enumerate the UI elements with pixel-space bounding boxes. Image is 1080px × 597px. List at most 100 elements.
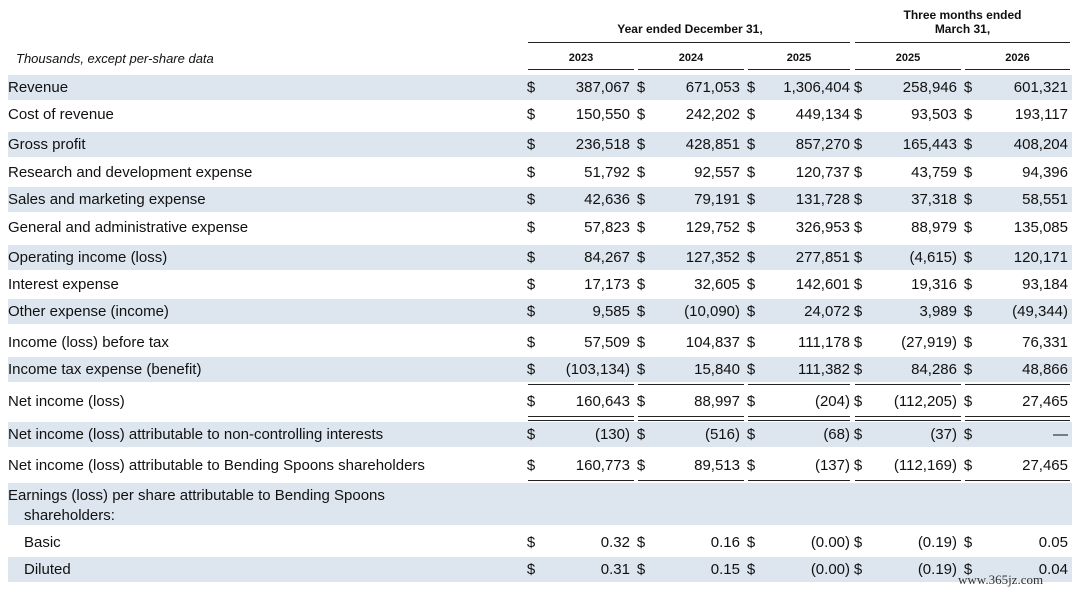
table-row: [8, 557, 1072, 582]
cell-value: 326,953: [795, 219, 850, 236]
cell-value: (49,344): [1012, 303, 1068, 320]
cell-value: 37,318: [911, 191, 957, 208]
cell-value: 129,752: [685, 219, 740, 236]
col-rule-1: [638, 69, 744, 70]
cell-value: 42,636: [584, 191, 630, 208]
header-three-months-line2: March 31,: [934, 22, 991, 36]
cell-value: (0.00): [810, 561, 850, 578]
single-rule: [638, 384, 744, 385]
header-three-months-line1: Three months ended: [903, 8, 1022, 22]
cell-value: 104,837: [685, 334, 740, 351]
cell-value: 601,321: [1013, 79, 1068, 96]
cell-value: 160,773: [575, 457, 630, 474]
cell-value: 135,085: [1013, 219, 1068, 236]
currency-symbol: $: [746, 136, 756, 153]
currency-symbol: $: [526, 249, 536, 266]
cell-value: 0.32: [600, 534, 630, 551]
currency-symbol: $: [853, 136, 863, 153]
single-rule: [965, 384, 1070, 385]
cell-value: (37): [930, 426, 957, 443]
currency-symbol: $: [636, 393, 646, 410]
currency-symbol: $: [526, 164, 536, 181]
currency-symbol: $: [636, 534, 646, 551]
cell-value: 449,134: [795, 106, 850, 123]
currency-symbol: $: [963, 276, 973, 293]
cell-value: 277,851: [795, 249, 850, 266]
cell-value: 79,191: [694, 191, 740, 208]
row-label: Net income (loss): [8, 393, 125, 410]
row-label-continued: shareholders:: [24, 507, 115, 524]
double-rule: [638, 416, 744, 421]
row-label: Cost of revenue: [8, 106, 114, 123]
currency-symbol: $: [526, 361, 536, 378]
cell-value: (137): [814, 457, 850, 474]
currency-symbol: $: [963, 534, 973, 551]
col-rule-0: [528, 69, 634, 70]
row-label: Net income (loss) attributable to non-co…: [8, 426, 384, 443]
cell-value: 94,396: [1022, 164, 1068, 181]
row-label: Basic: [24, 534, 61, 551]
currency-symbol: $: [853, 191, 863, 208]
cell-value: (0.19): [917, 561, 957, 578]
currency-symbol: $: [853, 393, 863, 410]
watermark: www.365jz.com: [958, 572, 1044, 587]
currency-symbol: $: [963, 136, 973, 153]
cell-value: (0.19): [917, 534, 957, 551]
cell-value: 24,072: [804, 303, 850, 320]
cell-value: (112,205): [893, 393, 957, 410]
double-rule: [855, 416, 961, 421]
currency-symbol: $: [853, 426, 863, 443]
currency-symbol: $: [636, 361, 646, 378]
currency-symbol: $: [746, 393, 756, 410]
cell-value: (204): [814, 393, 850, 410]
cell-value: (0.00): [810, 534, 850, 551]
row-label: Revenue: [8, 79, 69, 96]
currency-symbol: $: [746, 334, 756, 351]
cell-value: (68): [823, 426, 850, 443]
currency-symbol: $: [636, 106, 646, 123]
currency-symbol: $: [853, 361, 863, 378]
row-label: Income (loss) before tax: [8, 334, 169, 351]
currency-symbol: $: [963, 79, 973, 96]
cell-value: 408,204: [1013, 136, 1068, 153]
cell-value: 9,585: [592, 303, 630, 320]
cell-value: —: [1053, 426, 1068, 443]
header-three-months: Three months ended March 31,: [855, 8, 1070, 36]
currency-symbol: $: [963, 361, 973, 378]
currency-symbol: $: [853, 219, 863, 236]
cell-value: 43,759: [911, 164, 957, 181]
currency-symbol: $: [526, 191, 536, 208]
col-header-2026-q1: 2026: [1005, 52, 1030, 64]
col-rule-2: [748, 69, 850, 70]
cell-value: 428,851: [685, 136, 740, 153]
currency-symbol: $: [853, 79, 863, 96]
row-label: Income tax expense (benefit): [8, 361, 202, 378]
cell-value: (112,169): [893, 457, 957, 474]
cell-value: 93,184: [1022, 276, 1068, 293]
currency-symbol: $: [963, 249, 973, 266]
cell-value: 150,550: [575, 106, 630, 123]
row-label: Interest expense: [8, 276, 119, 293]
cell-value: (4,615): [909, 249, 957, 266]
currency-symbol: $: [963, 164, 973, 181]
row-label: General and administrative expense: [8, 219, 249, 236]
currency-symbol: $: [746, 361, 756, 378]
currency-symbol: $: [636, 303, 646, 320]
currency-symbol: $: [746, 164, 756, 181]
row-label: Sales and marketing expense: [8, 191, 206, 208]
cell-value: 1,306,404: [783, 79, 850, 96]
cell-value: 0.16: [710, 534, 740, 551]
cell-value: 89,513: [694, 457, 740, 474]
row-label: Other expense (income): [8, 303, 169, 320]
currency-symbol: $: [526, 393, 536, 410]
currency-symbol: $: [746, 249, 756, 266]
col-header-2023: 2023: [568, 52, 594, 64]
currency-symbol: $: [526, 106, 536, 123]
cell-value: 0.04: [1038, 561, 1068, 578]
double-rule: [528, 416, 634, 421]
currency-symbol: $: [853, 106, 863, 123]
currency-symbol: $: [746, 276, 756, 293]
col-rule-4: [965, 69, 1070, 70]
currency-symbol: $: [526, 303, 536, 320]
currency-symbol: $: [636, 561, 646, 578]
